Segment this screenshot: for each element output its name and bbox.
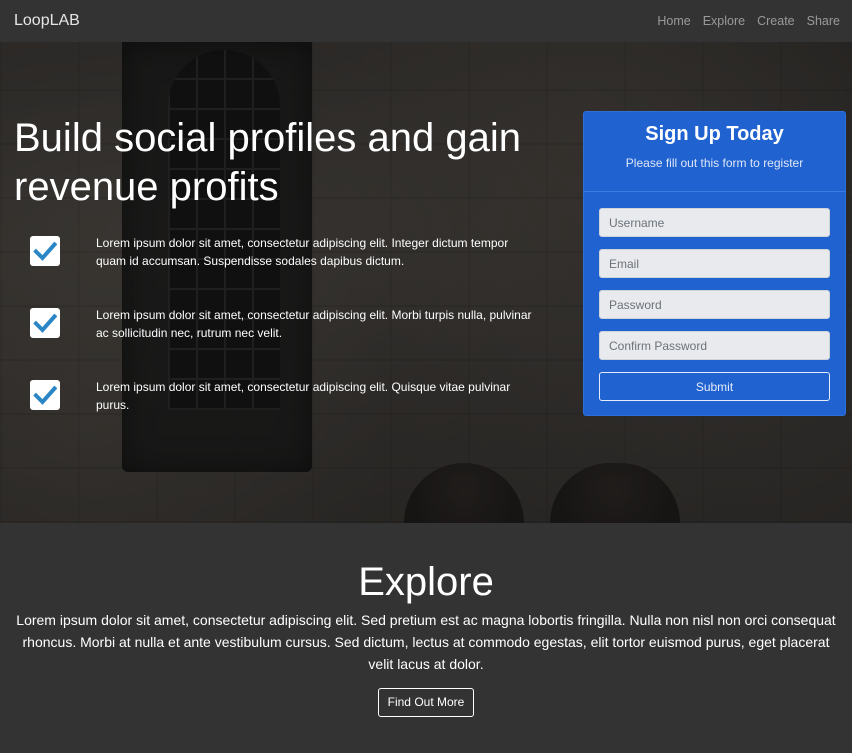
signup-header: Sign Up Today Please fill out this form … (584, 112, 845, 192)
username-input[interactable] (599, 208, 830, 237)
signup-title: Sign Up Today (645, 123, 784, 145)
nav-link-explore[interactable]: Explore (703, 14, 745, 28)
nav-links: Home Explore Create Share (657, 14, 840, 28)
explore-text: Lorem ipsum dolor sit amet, consectetur … (16, 612, 836, 672)
hero-title-part: Build (14, 116, 115, 160)
hero-title-emphasis: profits (169, 165, 279, 209)
password-input[interactable] (599, 290, 830, 319)
hero-section: Build social profiles and gain revenue p… (0, 42, 852, 523)
explore-title: Explore (358, 560, 494, 604)
feature-text: Lorem ipsum dolor sit amet, consectetur … (96, 308, 532, 340)
explore-section: Explore Lorem ipsum dolor sit amet, cons… (0, 523, 852, 753)
brand-logo[interactable]: LoopLAB (14, 12, 80, 30)
email-input[interactable] (599, 249, 830, 278)
nav-link-create[interactable]: Create (757, 14, 795, 28)
hero-title-emphasis: social profiles (114, 116, 357, 160)
signup-card: Sign Up Today Please fill out this form … (583, 111, 846, 416)
find-out-more-button[interactable]: Find Out More (377, 688, 475, 717)
check-icon (30, 308, 60, 338)
nav-link-home[interactable]: Home (657, 14, 690, 28)
feature-list: Lorem ipsum dolor sit amet, consectetur … (30, 234, 550, 450)
hero-title: Build social profiles and gain revenue p… (14, 114, 574, 212)
signup-subtitle: Please fill out this form to register (625, 156, 804, 170)
feature-text: Lorem ipsum dolor sit amet, consectetur … (96, 236, 509, 268)
navbar: LoopLAB Home Explore Create Share (0, 0, 852, 42)
feature-item: Lorem ipsum dolor sit amet, consectetur … (30, 378, 550, 450)
feature-item: Lorem ipsum dolor sit amet, consectetur … (30, 234, 550, 306)
signup-form: Submit (584, 192, 845, 401)
confirm-password-input[interactable] (599, 331, 830, 360)
submit-button[interactable]: Submit (599, 372, 830, 401)
feature-text: Lorem ipsum dolor sit amet, consectetur … (96, 380, 511, 412)
feature-item: Lorem ipsum dolor sit amet, consectetur … (30, 306, 550, 378)
check-icon (30, 236, 60, 266)
check-icon (30, 380, 60, 410)
nav-link-share[interactable]: Share (807, 14, 840, 28)
